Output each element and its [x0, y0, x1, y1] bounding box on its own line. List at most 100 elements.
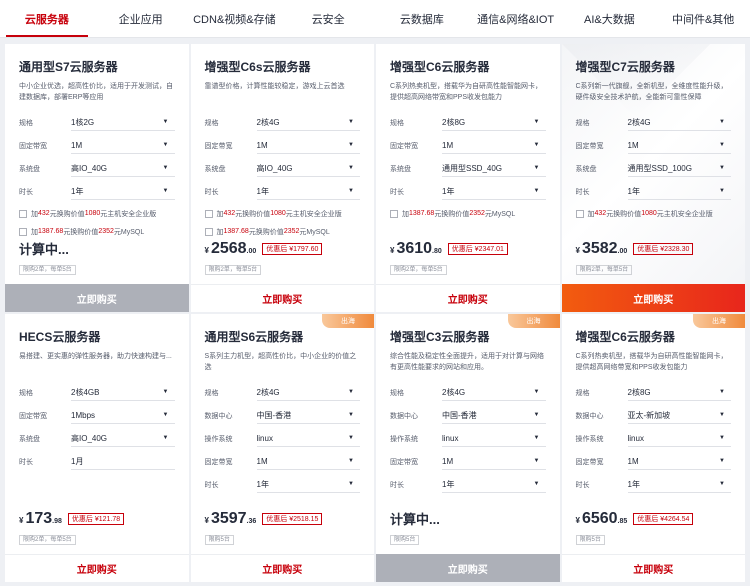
discount-badge: 优惠后 ¥2328.30 [633, 243, 694, 255]
buy-now-button[interactable]: 立即购买 [5, 554, 189, 582]
spec-select[interactable]: 高IO_40G ▼ [71, 160, 175, 177]
addon-option[interactable]: 加 432 元换购价值 1080 元主机安全企业版 [575, 206, 732, 221]
spec-select[interactable]: 2核4G ▼ [256, 114, 360, 131]
spec-select[interactable]: 2核4G ▼ [627, 114, 731, 131]
checkbox[interactable] [204, 227, 213, 236]
spec-select[interactable]: linux ▼ [627, 430, 731, 447]
spec-row: 固定带宽 1M ▼ [205, 134, 360, 157]
spec-label: 系统盘 [19, 165, 40, 173]
buy-now-button[interactable]: 立即购买 [5, 284, 189, 312]
spec-select[interactable]: 中国-香港 ▼ [256, 407, 360, 424]
addon-value: 2352 [283, 228, 300, 235]
spec-select[interactable]: 2核4G ▼ [442, 384, 546, 401]
addon-value: 2352 [469, 210, 485, 217]
buy-now-button[interactable]: 立即购买 [561, 554, 745, 582]
product-card: 出海 增强型C6云服务器 C系列热卖机型，搭载华为自研高性能智能网卡，提供超高网络带… [561, 314, 745, 582]
tab-2[interactable]: CDN&视频&存储 [188, 0, 282, 37]
caret-down-icon: ▼ [719, 481, 725, 487]
card-body: 出海 增强型C6云服务器 C系列热卖机型，搭载华为自研高性能智能网卡，提供超高网络带… [562, 314, 745, 554]
buy-now-button[interactable]: 立即购买 [376, 284, 560, 312]
spec-select[interactable]: 亚太-新加坡 ▼ [627, 407, 731, 424]
checkbox[interactable] [19, 227, 27, 236]
addon-option[interactable]: 加 1387.68 元换购价值 2352 元MySQL [204, 224, 361, 239]
spec-value: 1年 [71, 186, 84, 196]
spec-select[interactable]: 1M ▼ [442, 137, 546, 154]
spec-select[interactable]: 1年 ▼ [627, 476, 731, 493]
checkbox[interactable] [575, 209, 584, 218]
tab-3[interactable]: 云安全 [281, 0, 375, 37]
spec-row: 固定带宽 1M ▼ [19, 134, 175, 157]
price-decimal: .36 [246, 518, 257, 525]
spec-select[interactable]: 2核4GB ▼ [71, 384, 175, 401]
spec-select[interactable]: 高IO_40G ▼ [71, 430, 175, 447]
spec-select[interactable]: 高IO_40G ▼ [256, 160, 360, 177]
spec-select[interactable]: 1年 ▼ [256, 183, 360, 200]
checkbox[interactable] [204, 209, 213, 218]
spec-label: 时长 [204, 481, 219, 489]
spec-select[interactable]: 1Mbps ▼ [71, 407, 175, 424]
addon-price: 432 [594, 210, 607, 217]
spec-select[interactable]: 通用型SSD_100G ▼ [627, 160, 731, 177]
spec-select[interactable]: 1M ▼ [256, 453, 360, 470]
spec-row: 操作系统 linux ▼ [576, 427, 731, 450]
tab-1[interactable]: 企业应用 [94, 0, 188, 37]
spec-select[interactable]: 1年 ▼ [627, 183, 731, 200]
spec-label: 系统盘 [204, 165, 226, 173]
spec-select[interactable]: 1核2G ▼ [71, 114, 175, 131]
addon-value: 1080 [270, 210, 286, 217]
buy-now-button[interactable]: 立即购买 [561, 284, 745, 312]
spec-select[interactable]: 中国-香港 ▼ [442, 407, 546, 424]
spec-row: 规格 2核8G ▼ [390, 111, 546, 134]
caret-down-icon: ▼ [348, 188, 354, 194]
checkbox[interactable] [390, 209, 398, 218]
spec-select[interactable]: 1年 ▼ [442, 476, 546, 493]
price-integer: 2568 [210, 240, 247, 257]
discount-badge: 优惠后 ¥2347.01 [447, 243, 508, 255]
spec-select[interactable]: 2核4G ▼ [256, 384, 360, 401]
spec-label: 固定带宽 [390, 142, 418, 150]
caret-down-icon: ▼ [348, 142, 354, 148]
tab-0[interactable]: 云服务器 [0, 0, 94, 37]
spec-select[interactable]: 1M ▼ [442, 453, 546, 470]
spec-select[interactable]: 1月 [71, 453, 175, 470]
addon-option[interactable]: 加 432 元换购价值 1080 元主机安全企业版 [204, 206, 361, 221]
spec-select[interactable]: linux ▼ [256, 430, 360, 447]
spec-row: 规格 2核4G ▼ [205, 111, 360, 134]
spec-value: 2核4G [256, 117, 280, 127]
spec-select[interactable]: 1年 ▼ [71, 183, 175, 200]
tab-6[interactable]: AI&大数据 [563, 0, 657, 37]
purchase-limit: 限购2单，每单5台 [19, 535, 76, 545]
caret-down-icon: ▼ [348, 412, 354, 418]
tab-4[interactable]: 云数据库 [375, 0, 469, 37]
spec-select[interactable]: 1年 ▼ [256, 476, 360, 493]
addon-option[interactable]: 加 432 元换购价值 1080 元主机安全企业版 [19, 206, 175, 221]
spec-select[interactable]: 通用型SSD_40G ▼ [442, 160, 546, 177]
spec-select[interactable]: 2核8G ▼ [442, 114, 546, 131]
buy-now-button[interactable]: 立即购买 [190, 284, 374, 312]
spec-select[interactable]: 1M ▼ [627, 137, 731, 154]
addon-option[interactable]: 加 1387.68 元换购价值 2352 元MySQL [19, 224, 175, 239]
purchase-limit: 限购5台 [575, 535, 605, 545]
spec-select[interactable]: 1M ▼ [256, 137, 360, 154]
spec-row: 时长 1年 ▼ [204, 473, 360, 496]
spec-select[interactable]: 2核8G ▼ [627, 384, 731, 401]
spec-label: 固定带宽 [390, 458, 418, 466]
spec-select[interactable]: 1M ▼ [627, 453, 731, 470]
spec-label: 系统盘 [575, 165, 597, 173]
buy-now-button[interactable]: 立即购买 [376, 554, 560, 582]
tab-5[interactable]: 通信&网络&IOT [469, 0, 563, 37]
checkbox[interactable] [19, 209, 27, 218]
product-title: 通用型S7云服务器 [19, 60, 118, 74]
addon-value: 1080 [84, 210, 101, 217]
addon-text: 元换购价值 [434, 210, 470, 218]
purchase-limit: 限购2单，每单5台 [204, 265, 262, 275]
spec-value: 高IO_40G [71, 433, 108, 443]
addon-option[interactable]: 加 1387.68 元换购价值 2352 元MySQL [390, 206, 546, 221]
spec-row: 数据中心 中国-香港 ▼ [205, 404, 360, 427]
buy-now-button[interactable]: 立即购买 [190, 554, 374, 582]
tab-7[interactable]: 中间件&其他 [656, 0, 750, 37]
spec-select[interactable]: 1年 ▼ [442, 183, 546, 200]
product-title: 增强型C3云服务器 [390, 330, 490, 344]
spec-select[interactable]: 1M ▼ [71, 137, 175, 154]
spec-select[interactable]: linux ▼ [442, 430, 546, 447]
